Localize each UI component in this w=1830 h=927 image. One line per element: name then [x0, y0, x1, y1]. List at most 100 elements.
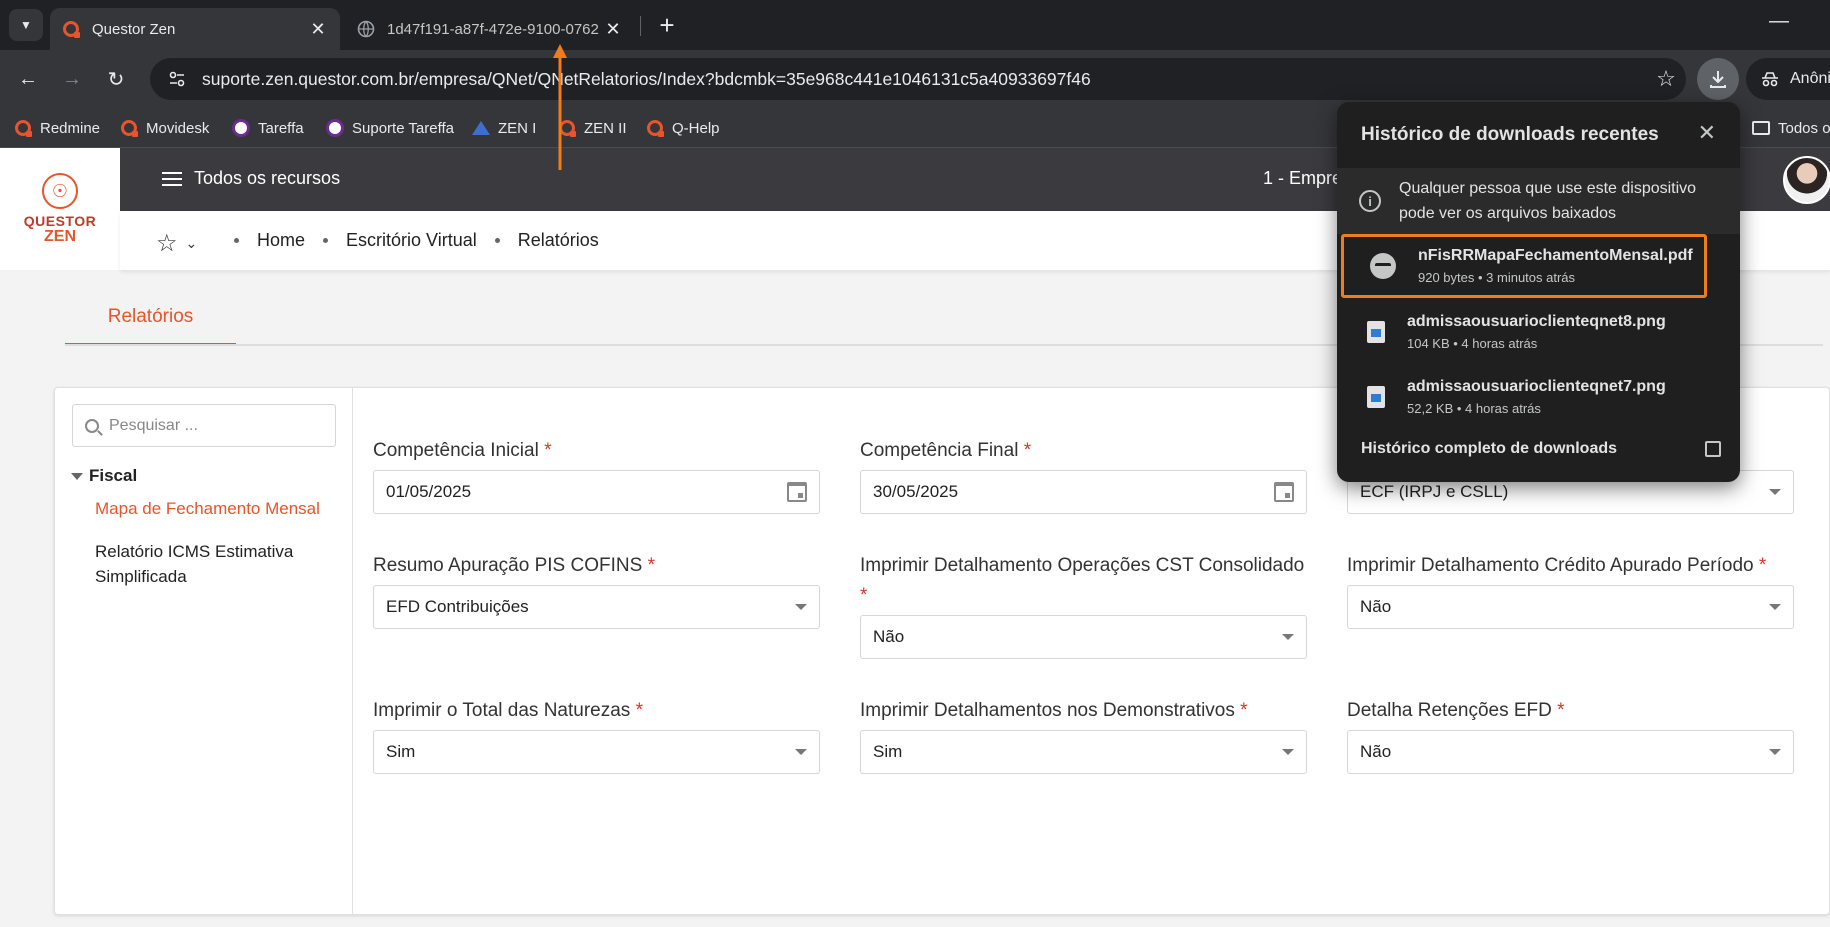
detalhamentos-demonstrativos-select[interactable]: Sim: [860, 730, 1307, 774]
star-icon: ☆: [156, 230, 178, 257]
report-tree-sidebar: Pesquisar ... Fiscal Mapa de Fechamento …: [55, 388, 353, 914]
tree-item-icms-estimativa[interactable]: Relatório ICMS Estimativa Simplificada: [90, 539, 320, 589]
download-icon: [1710, 71, 1726, 88]
info-icon: i: [1359, 190, 1381, 212]
bookmark-suporte-tareffa[interactable]: Suporte Tareffa: [326, 117, 454, 139]
back-arrow-icon[interactable]: ←: [12, 63, 44, 95]
questor-favicon-icon: [646, 119, 664, 137]
breadcrumb-escritorio-virtual[interactable]: Escritório Virtual: [346, 230, 477, 251]
required-mark: *: [1240, 700, 1248, 721]
breadcrumb-home[interactable]: Home: [257, 230, 305, 251]
required-mark: *: [544, 440, 552, 461]
bookmark-tareffa[interactable]: Tareffa: [232, 117, 304, 139]
bookmark-star-icon[interactable]: ☆: [1646, 66, 1686, 92]
resumo-pis-cofins-select[interactable]: EFD Contribuições: [373, 585, 820, 629]
downloads-button[interactable]: [1697, 58, 1739, 100]
search-placeholder: Pesquisar ...: [109, 416, 198, 434]
company-selector[interactable]: 1 - Empre: [1263, 168, 1342, 189]
bookmark-q-help[interactable]: Q-Help: [646, 117, 720, 139]
caret-down-icon: [1769, 489, 1781, 495]
retencoes-efd-select[interactable]: Não: [1347, 730, 1794, 774]
tab-search-button[interactable]: ▼: [9, 9, 43, 41]
new-tab-plus-icon[interactable]: +: [652, 10, 682, 40]
bookmark-movidesk[interactable]: Movidesk: [120, 117, 209, 139]
incognito-file-icon: [1370, 253, 1396, 279]
detalhamento-cst-select[interactable]: Não: [860, 615, 1307, 659]
logo-text-questor: QUESTOR: [23, 213, 97, 229]
bookmark-label: Movidesk: [146, 119, 210, 137]
forward-arrow-icon[interactable]: →: [56, 63, 88, 95]
tab-divider: [640, 16, 641, 36]
required-mark: *: [1557, 700, 1565, 721]
competencia-inicial-input[interactable]: 01/05/2025: [373, 470, 820, 514]
download-filename: nFisRRMapaFechamentoMensal.pdf: [1418, 247, 1693, 264]
breadcrumb-separator: [323, 238, 329, 243]
calendar-icon[interactable]: [1274, 482, 1294, 502]
download-item[interactable]: nFisRRMapaFechamentoMensal.pdf 920 bytes…: [1341, 234, 1707, 298]
download-meta: 920 bytes • 3 minutos atrás: [1418, 270, 1576, 285]
search-input[interactable]: Pesquisar ...: [72, 404, 336, 447]
chevron-down-icon: ▼: [20, 18, 32, 32]
breadcrumb-relatorios[interactable]: Relatórios: [518, 230, 599, 251]
bookmarks-folder[interactable]: Todos os favoritos: [1752, 117, 1830, 139]
field-value: Não: [1360, 742, 1392, 761]
incognito-icon: [1762, 72, 1778, 87]
field-value: Sim: [873, 742, 903, 761]
tab-download-file[interactable]: 1d47f191-a87f-472e-9100-0762 ✕: [345, 8, 635, 50]
questor-zen-logo[interactable]: ☉ QUESTOR ZEN: [0, 148, 120, 270]
bookmark-zen-i[interactable]: ZEN I: [472, 117, 536, 139]
field-competencia-final: Competência Final * 30/05/2025: [860, 436, 1307, 514]
field-total-naturezas: Imprimir o Total das Naturezas * Sim: [373, 696, 820, 774]
caret-down-icon: [1769, 749, 1781, 755]
field-label: Resumo Apuração PIS COFINS: [373, 555, 643, 576]
favorites-menu[interactable]: ☆ ⌄: [156, 229, 197, 258]
menu-label: Todos os recursos: [194, 168, 341, 188]
close-icon[interactable]: ✕: [603, 19, 623, 40]
logo-emblem-icon: ☉: [42, 173, 78, 209]
questor-favicon-icon: [120, 119, 138, 137]
bookmark-redmine[interactable]: Redmine: [14, 117, 100, 139]
open-external-icon: [1705, 441, 1721, 457]
field-label: Imprimir Detalhamento Operações CST Cons…: [860, 555, 1305, 576]
tree-group-label: Fiscal: [89, 466, 138, 485]
all-resources-menu[interactable]: Todos os recursos: [162, 168, 340, 189]
field-label: Imprimir o Total das Naturezas: [373, 700, 631, 721]
total-naturezas-select[interactable]: Sim: [373, 730, 820, 774]
download-item[interactable]: admissaousuarioclienteqnet7.png 52,2 KB …: [1337, 365, 1740, 429]
tab-relatorios[interactable]: Relatórios: [65, 290, 236, 346]
address-bar[interactable]: suporte.zen.questor.com.br/empresa/QNet/…: [150, 58, 1686, 100]
caret-down-icon: [795, 749, 807, 755]
tree-group-fiscal[interactable]: Fiscal: [71, 466, 137, 486]
competencia-final-input[interactable]: 30/05/2025: [860, 470, 1307, 514]
folder-icon: [1752, 119, 1770, 137]
minimize-icon[interactable]: —: [1764, 10, 1794, 40]
bookmark-label: Q-Help: [672, 119, 720, 137]
profile-button[interactable]: Anônima: [1746, 58, 1830, 100]
download-meta: 104 KB • 4 horas atrás: [1407, 336, 1538, 351]
field-detalhamentos-demonstrativos: Imprimir Detalhamentos nos Demonstrativo…: [860, 696, 1307, 774]
field-retencoes-efd: Detalha Retenções EFD * Não: [1347, 696, 1794, 774]
calendar-icon[interactable]: [787, 482, 807, 502]
bookmark-label: ZEN I: [498, 119, 537, 137]
field-value: EFD Contribuições: [386, 597, 529, 616]
field-competencia-inicial: Competência Inicial * 01/05/2025: [373, 436, 820, 514]
zen-triangle-icon: [472, 119, 490, 137]
close-icon[interactable]: ✕: [308, 19, 328, 40]
globe-icon: [357, 20, 375, 38]
download-item[interactable]: admissaousuarioclienteqnet8.png 104 KB •…: [1337, 300, 1740, 364]
tree-item-mapa-fechamento[interactable]: Mapa de Fechamento Mensal: [95, 499, 320, 519]
logo-text-zen: ZEN: [44, 228, 76, 245]
tab-questor-zen[interactable]: Questor Zen ✕: [50, 8, 340, 50]
detalhamento-credito-select[interactable]: Não: [1347, 585, 1794, 629]
tab-title: Questor Zen: [92, 20, 176, 38]
full-download-history-link[interactable]: Histórico completo de downloads: [1361, 440, 1721, 458]
close-icon[interactable]: ✕: [1698, 120, 1716, 146]
field-resumo-pis-cofins: Resumo Apuração PIS COFINS * EFD Contrib…: [373, 551, 820, 629]
site-settings-icon[interactable]: [164, 66, 190, 92]
field-value: 30/05/2025: [873, 482, 959, 501]
reload-icon[interactable]: ↻: [100, 63, 132, 95]
image-file-icon: [1367, 386, 1385, 408]
notice-text: Qualquer pessoa que use este dispositivo…: [1399, 180, 1697, 222]
field-label: Competência Inicial: [373, 440, 539, 461]
avatar[interactable]: [1783, 156, 1830, 204]
